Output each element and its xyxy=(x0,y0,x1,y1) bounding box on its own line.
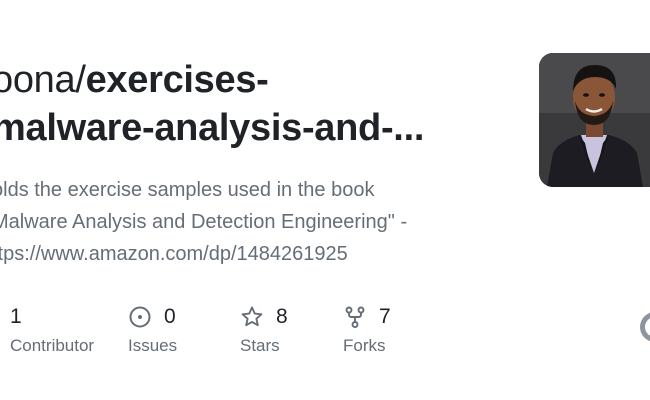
star-icon xyxy=(240,305,264,329)
description-line-1: olds the exercise samples used in the bo… xyxy=(0,179,375,201)
forks-label: Forks xyxy=(343,336,386,355)
owner-avatar[interactable] xyxy=(539,53,650,187)
contributors-label: Contributor xyxy=(10,336,95,355)
stars-count: 8 xyxy=(276,305,288,328)
repo-social-card: oona/exercises- malware-analysis-and-...… xyxy=(0,0,650,400)
repo-name-line-2: malware-analysis-and-... xyxy=(0,107,425,149)
issue-opened-icon xyxy=(128,305,152,329)
repo-stats: 1 Contributor 0 Issues 8 Stars 7 Forks xyxy=(0,300,650,370)
repo-forked-icon xyxy=(343,305,367,329)
repo-owner: oona/ xyxy=(0,59,86,101)
stat-stars[interactable]: 8 Stars xyxy=(240,300,288,356)
repo-description: olds the exercise samples used in the bo… xyxy=(0,174,492,270)
repo-title[interactable]: oona/exercises- malware-analysis-and-... xyxy=(0,56,492,152)
forks-count: 7 xyxy=(379,305,391,328)
contributors-count: 1 xyxy=(10,305,22,328)
stat-issues[interactable]: 0 Issues xyxy=(128,300,177,356)
avatar-portrait xyxy=(539,53,650,187)
description-line-3: ttps://www.amazon.com/dp/1484261925 xyxy=(0,243,348,265)
stat-contributors[interactable]: 1 Contributor xyxy=(10,300,94,356)
description-line-2: Malware Analysis and Detection Engineeri… xyxy=(0,211,408,233)
stars-label: Stars xyxy=(240,336,280,355)
stat-forks[interactable]: 7 Forks xyxy=(343,300,391,356)
issues-label: Issues xyxy=(128,336,178,355)
repo-name-line-1: exercises- xyxy=(85,59,269,101)
issues-count: 0 xyxy=(164,305,176,328)
